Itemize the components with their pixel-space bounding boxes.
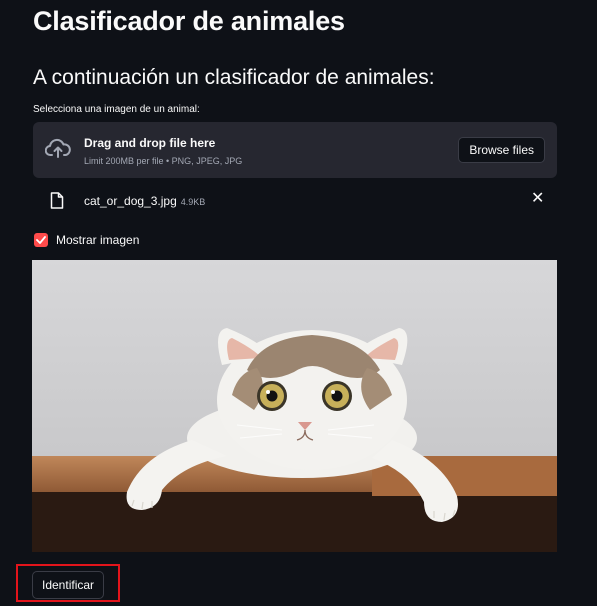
show-image-checkbox[interactable] bbox=[34, 233, 48, 247]
dropzone-title: Drag and drop file here bbox=[84, 136, 216, 150]
page-title: Clasificador de animales bbox=[33, 6, 345, 36]
browse-files-button[interactable]: Browse files bbox=[458, 137, 545, 163]
file-dropzone[interactable]: Drag and drop file here Limit 200MB per … bbox=[33, 122, 557, 178]
show-image-label: Mostrar imagen bbox=[56, 233, 140, 247]
cloud-upload-icon bbox=[44, 138, 71, 158]
dropzone-hint: Limit 200MB per file • PNG, JPEG, JPG bbox=[84, 156, 243, 166]
page-subtitle: A continuación un clasificador de animal… bbox=[33, 66, 435, 89]
file-name-text: cat_or_dog_3.jpg bbox=[84, 194, 177, 208]
file-icon bbox=[50, 192, 64, 209]
uploaded-image bbox=[32, 260, 557, 552]
identify-button[interactable]: Identificar bbox=[32, 571, 105, 599]
close-icon[interactable]: ✕ bbox=[531, 191, 544, 207]
show-image-checkbox-row[interactable]: Mostrar imagen bbox=[34, 232, 139, 248]
checkmark-icon bbox=[36, 236, 46, 244]
uploaded-file-row: cat_or_dog_3.jpg 4.9KB ✕ bbox=[33, 188, 557, 212]
upload-label: Selecciona una imagen de un animal: bbox=[33, 104, 200, 115]
file-name: cat_or_dog_3.jpg 4.9KB bbox=[84, 194, 205, 208]
file-size: 4.9KB bbox=[180, 197, 206, 207]
